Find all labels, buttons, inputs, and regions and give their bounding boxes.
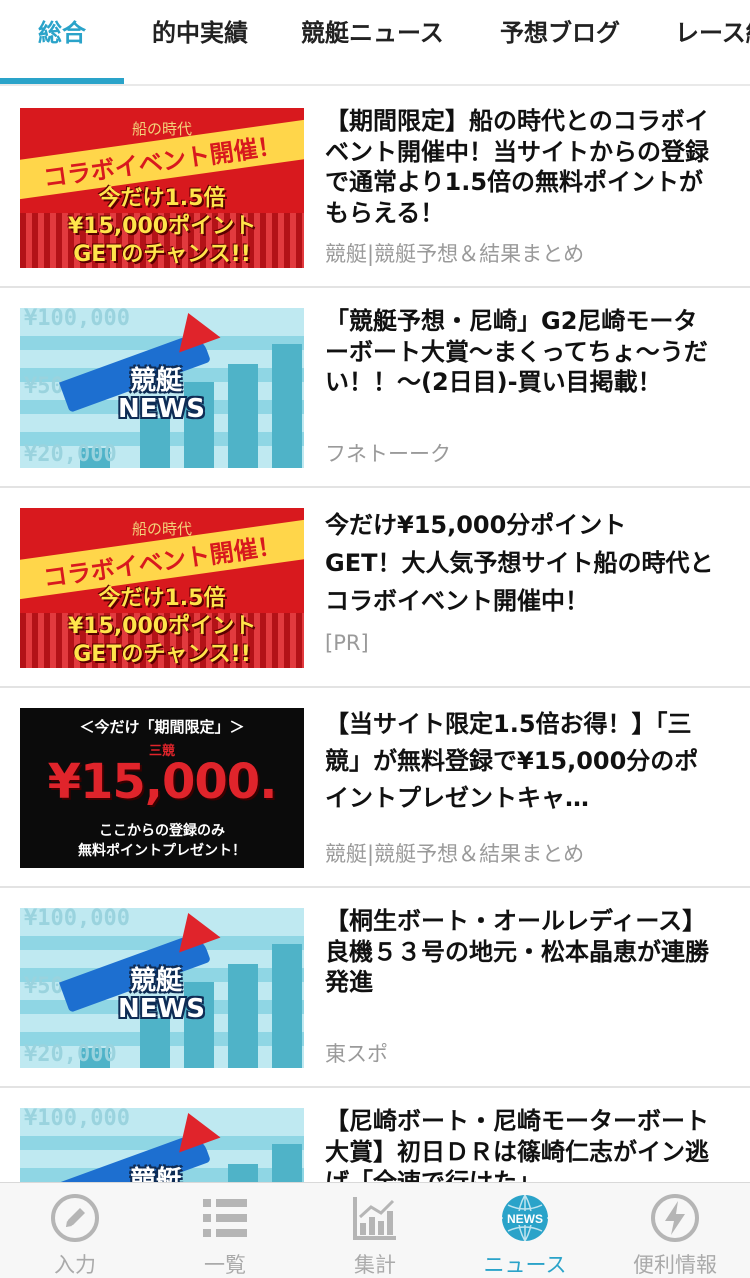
thumbnail-word: 競艇 xyxy=(130,366,183,396)
article-thumbnail: ＜今だけ「期間限定」＞ 三競 ¥15,000. ここからの登録のみ 無料ポイント… xyxy=(20,708,304,868)
article-source: フネトーーク xyxy=(325,442,451,466)
tab-hit-results[interactable]: 的中実績 xyxy=(152,0,248,80)
bottom-navigation: 入力 一覧 集計 NEWS ニュース 便利情報 xyxy=(0,1182,750,1278)
thumbnail-yen-label: ¥100,000 xyxy=(24,308,130,331)
article-title: 【当サイト限定1.5倍お得！】「三競」が無料登録で¥15,000分のポイントプレ… xyxy=(325,710,699,812)
thumbnail-line: GETのチャンス!! xyxy=(73,242,251,267)
article-thumbnail: 船の時代 コラボイベント開催！ 今だけ1.5倍 ¥15,000ポイント GETの… xyxy=(20,108,304,268)
thumbnail-line: ＜今だけ「期間限定」＞ xyxy=(79,718,245,736)
nav-item-useful-info[interactable]: 便利情報 xyxy=(600,1183,750,1278)
article-source: 競艇|競艇予想＆結果まとめ xyxy=(325,242,585,266)
article-source: [PR] xyxy=(325,631,369,655)
pencil-icon xyxy=(51,1194,99,1242)
thumbnail-yen-label: ¥20,000 xyxy=(24,1042,117,1067)
article-thumbnail: 船の時代 コラボイベント開催！ 今だけ1.5倍 ¥15,000ポイント GETの… xyxy=(20,508,304,668)
chart-icon xyxy=(353,1197,396,1240)
thumbnail-bar xyxy=(140,418,170,468)
nav-item-summary[interactable]: 集計 xyxy=(300,1183,450,1278)
thumbnail-word: 競艇 xyxy=(130,1166,183,1182)
thumbnail-word: NEWS xyxy=(118,394,205,424)
thumbnail-bar xyxy=(228,1164,258,1182)
article-thumbnail: ¥100,000 競艇 xyxy=(20,1108,304,1182)
nav-label: 集計 xyxy=(354,1253,396,1277)
news-icon: NEWS xyxy=(502,1194,548,1242)
nav-label: 入力 xyxy=(54,1253,96,1277)
list-item[interactable]: ¥100,000 ¥50 ¥20,000 競艇 NEWS 「競艇予想・尼崎」G2… xyxy=(0,288,750,488)
list-item[interactable]: ¥100,000 ¥50 ¥20,000 競艇 NEWS 【桐生ボート・オールレ… xyxy=(0,888,750,1088)
article-thumbnail: ¥100,000 ¥50 ¥20,000 競艇 NEWS xyxy=(20,308,304,468)
nav-item-input[interactable]: 入力 xyxy=(0,1183,150,1278)
list-item[interactable]: ＜今だけ「期間限定」＞ 三競 ¥15,000. ここからの登録のみ 無料ポイント… xyxy=(0,688,750,888)
svg-text:NEWS: NEWS xyxy=(507,1212,543,1226)
nav-item-list[interactable]: 一覧 xyxy=(150,1183,300,1278)
article-source: 東スポ xyxy=(325,1042,388,1066)
thumbnail-amount: ¥15,000. xyxy=(47,754,278,810)
article-title: 「競艇予想・尼崎」G2尼崎モーターボート大賞〜まくってちょ〜うだい！！〜(2日目… xyxy=(325,307,708,396)
thumbnail-bar xyxy=(272,944,302,1068)
thumbnail-word: NEWS xyxy=(118,994,205,1024)
thumbnail-yen-label: ¥20,000 xyxy=(24,442,117,467)
tabs-divider xyxy=(0,84,750,86)
tab-prediction-blog[interactable]: 予想ブログ xyxy=(500,0,620,80)
nav-label: 便利情報 xyxy=(633,1253,717,1277)
top-tab-bar: 総合 的中実績 競艇ニュース 予想ブログ レース結 xyxy=(0,0,750,86)
nav-label: 一覧 xyxy=(204,1253,246,1277)
nav-label: ニュース xyxy=(483,1253,567,1277)
list-item[interactable]: ¥100,000 競艇 【尼崎ボート・尼崎モーターボート大賞】初日ＤＲは篠崎仁志… xyxy=(0,1088,750,1182)
bolt-icon xyxy=(651,1194,699,1242)
thumbnail-bar xyxy=(272,1144,302,1182)
nav-item-news[interactable]: NEWS ニュース xyxy=(450,1183,600,1278)
tab-general[interactable]: 総合 xyxy=(38,0,86,80)
list-item[interactable]: 船の時代 コラボイベント開催！ 今だけ1.5倍 ¥15,000ポイント GETの… xyxy=(0,88,750,288)
list-icon xyxy=(203,1199,247,1237)
article-title: 今だけ¥15,000分ポイント GET！大人気予想サイト船の時代とコラボイベント… xyxy=(325,511,714,615)
article-thumbnail: ¥100,000 ¥50 ¥20,000 競艇 NEWS xyxy=(20,908,304,1068)
article-title: 【期間限定】船の時代とのコラボイベント開催中！当サイトからの登録で通常より1.5… xyxy=(325,107,709,227)
article-list[interactable]: 船の時代 コラボイベント開催！ 今だけ1.5倍 ¥15,000ポイント GETの… xyxy=(0,88,750,1182)
thumbnail-line: 無料ポイントプレゼント！ xyxy=(78,843,246,859)
thumbnail-yen-label: ¥50 xyxy=(24,974,64,999)
article-title: 【桐生ボート・オールレディース】良機５３号の地元・松本晶恵が連勝発進 xyxy=(325,907,709,996)
thumbnail-yen-label: ¥50 xyxy=(24,374,64,399)
list-item[interactable]: 船の時代 コラボイベント開催！ 今だけ1.5倍 ¥15,000ポイント GETの… xyxy=(0,488,750,688)
thumbnail-line: GETのチャンス!! xyxy=(73,642,251,667)
thumbnail-bar xyxy=(228,364,258,468)
tab-race-results[interactable]: レース結 xyxy=(675,0,750,80)
thumbnail-word: 競艇 xyxy=(130,966,183,996)
thumbnail-bar xyxy=(140,1018,170,1068)
thumbnail-bar xyxy=(228,964,258,1068)
thumbnail-yen-label: ¥100,000 xyxy=(24,908,130,931)
thumbnail-yen-label: ¥100,000 xyxy=(24,1108,130,1131)
thumbnail-bar xyxy=(272,344,302,468)
article-source: 競艇|競艇予想＆結果まとめ xyxy=(325,842,585,866)
tab-boatrace-news[interactable]: 競艇ニュース xyxy=(301,0,444,80)
article-title: 【尼崎ボート・尼崎モーターボート大賞】初日ＤＲは篠崎仁志がイン逃げ「全速で行けた… xyxy=(325,1107,709,1182)
thumbnail-line: ここからの登録のみ xyxy=(99,823,225,839)
